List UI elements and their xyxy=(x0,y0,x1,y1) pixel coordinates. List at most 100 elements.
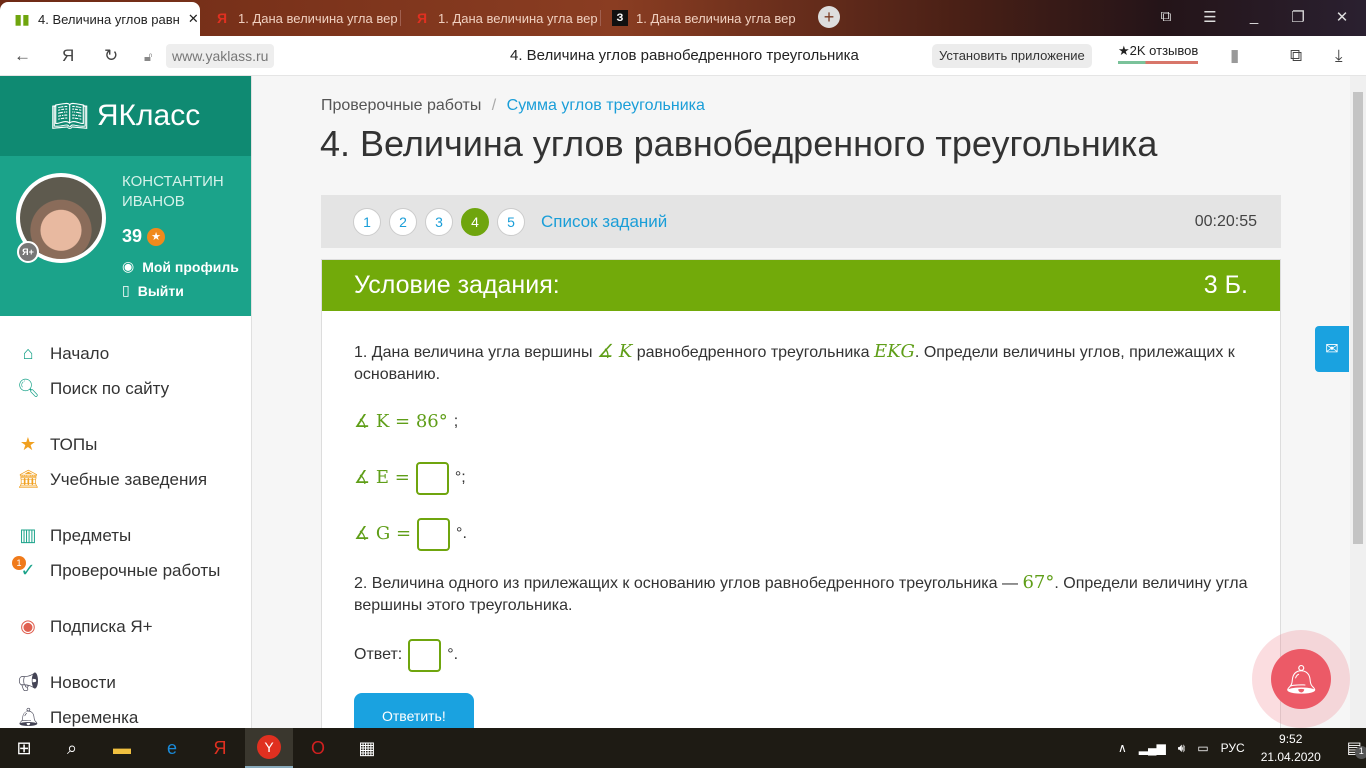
extensions-icon[interactable]: ⧉ xyxy=(1290,46,1302,66)
score: 39 ★ xyxy=(122,226,166,247)
edge-icon[interactable]: e xyxy=(148,728,196,768)
close-tab-icon[interactable]: ✕ xyxy=(188,11,199,27)
new-tab-button[interactable]: + xyxy=(818,6,840,28)
notifications-button[interactable]: 🔔︎ xyxy=(1252,630,1350,728)
sidebar-item-search[interactable]: 🔍︎ Поиск по сайту xyxy=(0,371,251,406)
sidebar-item-schools[interactable]: 🏛︎ Учебные заведения xyxy=(0,462,251,497)
star-icon: ★ xyxy=(19,434,37,454)
ya-plus-icon: ◉ xyxy=(20,616,36,636)
sidebar-item-tests[interactable]: 1 ✓ Проверочные работы xyxy=(0,553,251,588)
step-2[interactable]: 2 xyxy=(389,207,417,236)
search-icon[interactable]: ⌕ xyxy=(48,728,96,768)
restore-icon[interactable]: ❐ xyxy=(1288,8,1308,26)
user-icon: ◉ xyxy=(122,258,135,274)
address-bar: ← Я ↻ 🔓︎ www.yaklass.ru 4. Величина угло… xyxy=(0,36,1366,76)
explorer-icon[interactable]: ▬ xyxy=(98,728,146,768)
scrollbar[interactable] xyxy=(1350,76,1366,728)
znanija-favicon-icon: З xyxy=(612,10,628,26)
angle-e-label: ∡ E = xyxy=(354,467,410,488)
sidebar: 📖︎ ЯКласс Я+ КОНСТАНТИН ИВАНОВ 39 ★ ◉ Мой пр… xyxy=(0,76,252,728)
profile-panel: Я+ КОНСТАНТИН ИВАНОВ 39 ★ ◉ Мой профиль ▯ Вы… xyxy=(0,156,251,316)
yaklass-favicon-icon: ▮▮ xyxy=(14,10,30,27)
card-title: Условие задания: xyxy=(354,271,560,299)
logo[interactable]: 📖︎ ЯКласс xyxy=(0,76,251,156)
browser-tab[interactable]: З 1. Дана величина угла вер xyxy=(598,0,798,36)
megaphone-icon: 📢︎ xyxy=(17,672,40,692)
sidebar-item-break[interactable]: 🔔︎ Переменка xyxy=(0,700,251,728)
breadcrumb: Проверочные работы / Сумма углов треугол… xyxy=(321,97,705,114)
chevron-up-icon[interactable]: ∧ xyxy=(1118,741,1127,755)
logo-text: ЯКласс xyxy=(96,99,201,132)
points: 3 Б. xyxy=(1203,271,1248,299)
back-icon[interactable]: ← xyxy=(14,46,31,66)
signal-icon[interactable]: ▂▄▆ xyxy=(1139,741,1166,755)
tab-label: 1. Дана величина угла вер xyxy=(238,10,398,26)
feedback-mail-button[interactable]: ✉ xyxy=(1315,326,1349,372)
download-icon[interactable]: ⤓ xyxy=(1335,46,1343,66)
url-field[interactable]: www.yaklass.ru xyxy=(166,44,275,68)
breadcrumb-tests[interactable]: Проверочные работы xyxy=(321,97,481,114)
yandex-browser-icon[interactable]: Y xyxy=(245,728,293,768)
reload-icon[interactable]: ↻ xyxy=(104,46,118,66)
search-icon: 🔍︎ xyxy=(17,378,40,398)
step-3[interactable]: 3 xyxy=(425,207,453,236)
task-navigation: 1 2 3 4 5 Список заданий 00:20:55 xyxy=(321,195,1281,248)
question-2: 2. Величина одного из прилежащих к основ… xyxy=(354,572,1248,614)
reviews-button[interactable]: ★2K отзывов xyxy=(1118,43,1199,64)
notification-badge: 1 xyxy=(12,556,26,570)
opera-icon[interactable]: O xyxy=(294,728,342,768)
sidebar-item-news[interactable]: 📢︎ Новости xyxy=(0,665,251,700)
browser-tab[interactable]: Я 1. Дана величина угла вер xyxy=(400,0,600,36)
yandex-icon[interactable]: Я xyxy=(196,728,244,768)
language-indicator[interactable]: РУС xyxy=(1221,741,1245,755)
user-name: КОНСТАНТИН ИВАНОВ xyxy=(122,173,224,210)
bookmarks-icon[interactable]: ⧉ xyxy=(1156,8,1176,25)
browser-tab[interactable]: Я 1. Дана величина угла вер xyxy=(200,0,400,36)
sidebar-item-home[interactable]: ⌂ Начало xyxy=(0,336,251,371)
action-center-icon[interactable]: ▤ 1 xyxy=(1347,738,1366,759)
home-icon: ⌂ xyxy=(22,343,34,363)
browser-tab[interactable]: ▮▮ 4. Величина углов равн ✕ xyxy=(0,2,200,36)
minimize-icon[interactable]: _ xyxy=(1244,8,1264,25)
battery-icon[interactable]: ▭ xyxy=(1197,741,1208,755)
yandex-home-icon[interactable]: Я xyxy=(62,46,74,66)
volume-icon[interactable]: 🔊︎ xyxy=(1178,741,1186,756)
answer-label: Ответ: xyxy=(354,646,403,663)
sidebar-item-subjects[interactable]: ▥ Предметы xyxy=(0,518,251,553)
calculator-icon[interactable]: ▦ xyxy=(343,728,391,768)
angle-e-input[interactable] xyxy=(415,461,449,495)
my-profile-link[interactable]: ◉ Мой профиль xyxy=(122,258,239,275)
menu-icon[interactable]: ☰ xyxy=(1200,8,1220,26)
close-window-icon[interactable]: ✕ xyxy=(1332,8,1352,26)
breadcrumb-topic[interactable]: Сумма углов треугольника xyxy=(507,97,705,114)
angle-g-input[interactable] xyxy=(417,517,451,551)
question-1: 1. Дана величина угла вершины ∡ K равноб… xyxy=(354,341,1235,383)
bookmark-icon[interactable]: ▮ xyxy=(1230,46,1239,66)
mail-icon: ✉ xyxy=(1325,341,1339,358)
taskbar: ⊞ ⌕ ▬ e Я Y O ▦ ∧ ▂▄▆ 🔊︎ ▭ РУС 9:52 21.04… xyxy=(0,728,1366,768)
book-icon: 📖︎ xyxy=(50,99,89,133)
sidebar-item-tops[interactable]: ★ ТОПы xyxy=(0,427,251,462)
step-5[interactable]: 5 xyxy=(497,207,525,236)
tab-label: 1. Дана величина угла вер xyxy=(438,10,598,26)
step-1[interactable]: 1 xyxy=(353,207,381,236)
step-4[interactable]: 4 xyxy=(461,207,489,236)
given-angle: ∡ K = 86° xyxy=(354,411,448,432)
task-list-link[interactable]: Список заданий xyxy=(541,212,667,232)
task-card: Условие задания: 3 Б. 1. Дана величина уг… xyxy=(321,259,1281,728)
institution-icon: 🏛︎ xyxy=(17,469,40,489)
timer: 00:20:55 xyxy=(1194,212,1257,230)
lock-icon[interactable]: 🔓︎ xyxy=(144,49,152,65)
submit-button[interactable]: Ответить! xyxy=(354,693,474,728)
page-title: 4. Величина углов равнобедренного треуго… xyxy=(320,123,1158,164)
tab-label: 4. Величина углов равн xyxy=(38,11,180,27)
star-icon: ★ xyxy=(147,227,166,246)
install-app-button[interactable]: Установить приложение xyxy=(932,44,1092,68)
answer-input[interactable] xyxy=(408,638,442,672)
angle-g-label: ∡ G = xyxy=(354,523,412,544)
clock[interactable]: 9:52 21.04.2020 xyxy=(1261,730,1321,766)
sidebar-item-subscription[interactable]: ◉ Подписка Я+ xyxy=(0,609,251,644)
logout-icon: ▯ xyxy=(122,282,130,298)
windows-start-icon[interactable]: ⊞ xyxy=(0,728,48,768)
logout-link[interactable]: ▯ Выйти xyxy=(122,282,184,299)
